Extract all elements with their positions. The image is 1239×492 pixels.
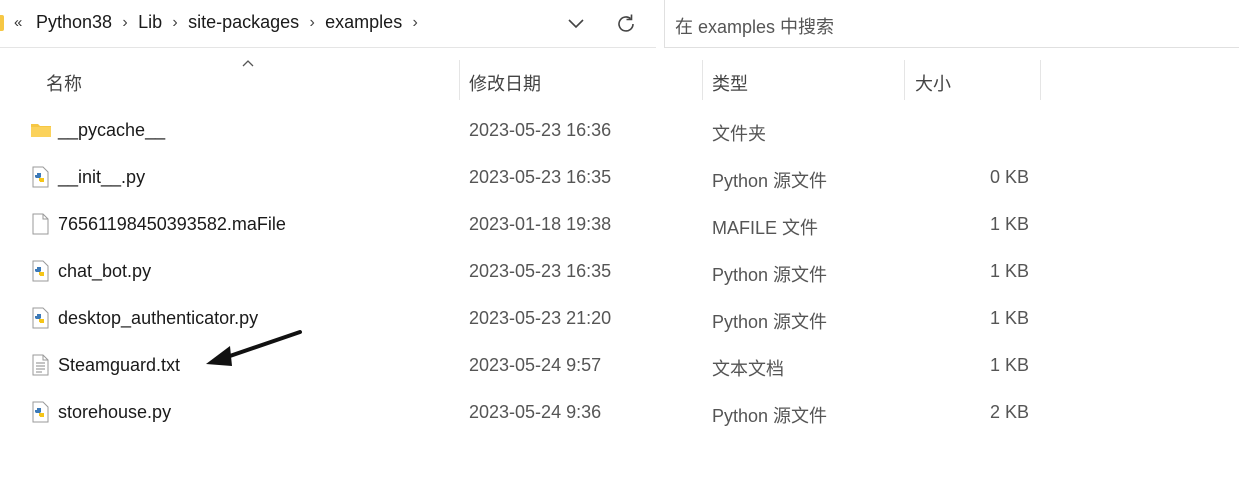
column-header-size-label: 大小	[915, 74, 951, 94]
column-header-date-label: 修改日期	[469, 74, 541, 94]
file-date: 2023-05-23 21:20	[469, 308, 612, 328]
column-header-date[interactable]: 修改日期	[460, 60, 702, 100]
file-date: 2023-05-23 16:36	[469, 120, 612, 140]
file-name[interactable]: 76561198450393582.maFile	[58, 214, 286, 235]
file-row[interactable]: chat_bot.py 2023-05-23 16:35 Python 源文件 1 K…	[0, 248, 1239, 295]
breadcrumb-site-packages[interactable]: site-packages	[186, 12, 301, 33]
search-input[interactable]: 在 examples 中搜索	[664, 0, 1239, 48]
breadcrumb-python38[interactable]: Python38	[34, 12, 114, 33]
file-type: Python 源文件	[712, 406, 828, 426]
file-name[interactable]: __pycache__	[58, 120, 165, 141]
breadcrumb-separator[interactable]: ›	[404, 14, 426, 32]
file-row[interactable]: __pycache__ 2023-05-23 16:36 文件夹	[0, 107, 1239, 154]
python-file-icon	[30, 166, 50, 188]
column-header-name-label: 名称	[46, 74, 82, 94]
arrow-annotation	[206, 330, 302, 366]
breadcrumb-separator[interactable]: ›	[301, 14, 323, 32]
search-placeholder: 在 examples 中搜索	[675, 17, 835, 37]
file-row[interactable]: storehouse.py 2023-05-24 9:36 Python 源文件 2 …	[0, 389, 1239, 436]
folder-icon	[0, 15, 4, 31]
text-file-icon	[30, 354, 50, 376]
file-name[interactable]: storehouse.py	[58, 402, 171, 423]
file-date: 2023-05-24 9:57	[469, 355, 602, 375]
file-size: 0 KB	[989, 167, 1029, 187]
file-size: 1 KB	[989, 214, 1029, 234]
python-file-icon	[30, 307, 50, 329]
file-type: 文件夹	[712, 124, 766, 144]
file-size: 2 KB	[989, 402, 1029, 422]
column-header-size[interactable]: 大小	[905, 60, 1040, 100]
file-type: Python 源文件	[712, 171, 828, 191]
file-row[interactable]: Steamguard.txt 2023-05-24 9:57 文本文档 1 KB	[0, 342, 1239, 389]
column-header-name[interactable]: 名称	[0, 60, 459, 100]
file-size: 1 KB	[989, 261, 1029, 281]
file-type: MAFILE 文件	[712, 218, 819, 238]
address-bar[interactable]: « Python38 › Lib › site-packages › examp…	[0, 0, 656, 48]
file-name[interactable]: Steamguard.txt	[58, 355, 180, 376]
file-icon	[30, 213, 50, 235]
file-date: 2023-01-18 19:38	[469, 214, 612, 234]
chevron-down-icon[interactable]	[565, 14, 587, 34]
file-date: 2023-05-23 16:35	[469, 261, 612, 281]
file-row[interactable]: __init__.py 2023-05-23 16:35 Python 源文件 0 K…	[0, 154, 1239, 201]
column-header-type[interactable]: 类型	[703, 60, 904, 100]
file-date: 2023-05-24 9:36	[469, 402, 602, 422]
column-header-type-label: 类型	[712, 74, 748, 94]
file-size: 1 KB	[989, 308, 1029, 328]
breadcrumb-separator[interactable]: ›	[114, 14, 136, 32]
refresh-icon[interactable]	[614, 12, 638, 36]
file-type: Python 源文件	[712, 265, 828, 285]
file-size: 1 KB	[989, 355, 1029, 375]
file-name[interactable]: chat_bot.py	[58, 261, 151, 282]
breadcrumb-overflow[interactable]: «	[14, 14, 22, 31]
breadcrumb-examples[interactable]: examples	[323, 12, 404, 33]
folder-icon	[30, 119, 51, 141]
file-type: Python 源文件	[712, 312, 828, 332]
breadcrumb: Python38 › Lib › site-packages › example…	[34, 12, 426, 33]
column-divider[interactable]	[1040, 60, 1041, 100]
file-row[interactable]: 76561198450393582.maFile 2023-01-18 19:38…	[0, 201, 1239, 248]
file-date: 2023-05-23 16:35	[469, 167, 612, 187]
python-file-icon	[30, 260, 50, 282]
breadcrumb-lib[interactable]: Lib	[136, 12, 164, 33]
python-file-icon	[30, 401, 50, 423]
breadcrumb-separator[interactable]: ›	[164, 14, 186, 32]
file-name[interactable]: __init__.py	[58, 167, 145, 188]
file-row[interactable]: desktop_authenticator.py 2023-05-23 21:20…	[0, 295, 1239, 342]
file-type: 文本文档	[712, 359, 784, 379]
